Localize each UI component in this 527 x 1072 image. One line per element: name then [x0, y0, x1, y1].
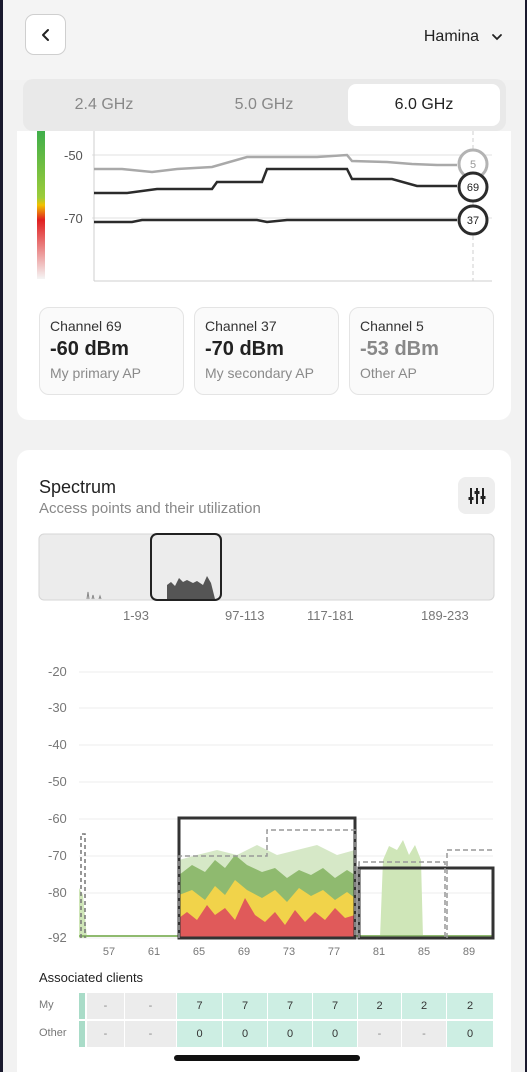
y-tick-label: -70 — [64, 211, 83, 226]
overview-label: 97-113 — [225, 608, 265, 623]
spectrum-title: Spectrum — [39, 477, 117, 497]
channel-value: -60 dBm — [50, 338, 129, 360]
x-tick-label: 89 — [463, 946, 475, 958]
x-axis-labels: 57 61 65 69 73 77 81 85 89 — [103, 946, 475, 958]
secondary-ap-outline — [357, 866, 495, 940]
overview-label: 1-93 — [123, 608, 149, 623]
clients-cell: 0 — [177, 1021, 222, 1047]
signal-card: -50 -70 5 69 37 Channel 69 -60 dBm My pr… — [17, 131, 511, 420]
clients-cell: 7 — [223, 993, 267, 1019]
channel-37-line — [94, 218, 457, 224]
clients-cell: 7 — [313, 993, 357, 1019]
clients-title: Associated clients — [39, 970, 144, 985]
channel-card-37[interactable]: Channel 37 -70 dBm My secondary AP — [194, 307, 339, 395]
tab-6-0-ghz[interactable]: 6.0 GHz — [348, 84, 500, 126]
overview-label: 189-233 — [421, 608, 469, 623]
channel-card-69[interactable]: Channel 69 -60 dBm My primary AP — [39, 307, 184, 395]
x-tick-label: 73 — [283, 946, 295, 958]
x-tick-label: 57 — [103, 946, 115, 958]
overview-track — [38, 533, 495, 601]
channel-role: My secondary AP — [205, 365, 314, 381]
signal-gradient-bar — [37, 131, 45, 279]
marker-69-label: 69 — [467, 182, 479, 194]
other-ap-outline — [446, 849, 493, 938]
y-tick-label: -92 — [48, 930, 67, 945]
clients-cell: 0 — [313, 1021, 357, 1047]
clients-cell: 2 — [447, 993, 493, 1019]
x-tick-label: 81 — [373, 946, 385, 958]
x-tick-label: 65 — [193, 946, 205, 958]
channel-label: Channel 69 — [50, 318, 122, 334]
channel-label: Channel 37 — [205, 318, 277, 334]
channel-role: Other AP — [360, 365, 417, 381]
ap-fill-light — [380, 840, 423, 938]
marker-37-label: 37 — [467, 215, 479, 227]
chevron-left-icon — [41, 28, 49, 41]
clients-cell: 7 — [268, 993, 312, 1019]
clients-cell: 7 — [177, 993, 222, 1019]
channel-value: -53 dBm — [360, 338, 439, 360]
marker-37: 37 — [457, 204, 489, 236]
chevron-down-icon — [492, 34, 502, 41]
x-tick-label: 61 — [148, 946, 160, 958]
spectrum-subtitle: Access points and their utilization — [39, 500, 261, 517]
x-tick-label: 69 — [238, 946, 250, 958]
clients-row-label: Other — [39, 1027, 67, 1039]
sliders-icon — [468, 487, 485, 504]
marker-69: 69 — [457, 171, 489, 203]
signal-chart: -50 -70 5 69 37 — [37, 131, 492, 282]
site-selector[interactable]: Hamina — [424, 28, 503, 46]
clients-cell: 0 — [268, 1021, 312, 1047]
marker-5-label: 5 — [470, 159, 476, 171]
tab-5-0-ghz[interactable]: 5.0 GHz — [188, 84, 340, 126]
clients-cell: 2 — [358, 993, 401, 1019]
filter-button[interactable] — [458, 477, 495, 514]
clients-row-marker — [79, 1021, 85, 1047]
x-tick-label: 77 — [328, 946, 340, 958]
y-tick-label: -70 — [48, 848, 67, 863]
x-tick-label: 85 — [418, 946, 430, 958]
y-tick-label: -50 — [64, 148, 83, 163]
back-button[interactable] — [25, 14, 66, 55]
clients-cell: 2 — [402, 993, 446, 1019]
y-tick-label: -80 — [48, 885, 67, 900]
channel-role: My primary AP — [50, 365, 142, 381]
clients-cell: - — [87, 1021, 124, 1047]
clients-cell: - — [358, 1021, 401, 1047]
overview-label: 117-181 — [307, 608, 354, 623]
y-tick-label: -60 — [48, 811, 67, 826]
spectrum-chart[interactable]: -20 -30 -40 -50 -60 -70 -80 -92 57 61 65 69 73 77 81 8… — [17, 650, 511, 970]
y-tick-label: -50 — [48, 774, 67, 789]
y-tick-label: -20 — [48, 664, 67, 679]
channel-card-5[interactable]: Channel 5 -53 dBm Other AP — [349, 307, 494, 395]
y-tick-label: -40 — [48, 737, 67, 752]
ap-fill-light — [79, 888, 87, 938]
app-screen: Hamina 2.4 GHz 5.0 GHz 6.0 GHz -50 -70 5… — [3, 0, 525, 1072]
home-indicator — [174, 1055, 360, 1061]
clients-row-marker — [79, 993, 85, 1019]
clients-cell: 0 — [447, 1021, 493, 1047]
channel-value: -70 dBm — [205, 338, 284, 360]
tab-2-4-ghz[interactable]: 2.4 GHz — [28, 84, 180, 126]
clients-cell: - — [87, 993, 124, 1019]
top-bar: Hamina — [3, 0, 525, 80]
spectrum-fills — [79, 840, 493, 938]
clients-cell: - — [402, 1021, 446, 1047]
y-tick-label: -30 — [48, 700, 67, 715]
site-name: Hamina — [423, 28, 479, 45]
clients-row-label: My — [39, 999, 54, 1011]
clients-cell: - — [125, 993, 176, 1019]
spectrum-card: Spectrum Access points and their utiliza… — [17, 450, 511, 1072]
band-tabs: 2.4 GHz 5.0 GHz 6.0 GHz — [23, 79, 506, 131]
clients-cell: 0 — [223, 1021, 267, 1047]
channel-label: Channel 5 — [360, 318, 424, 334]
clients-cell: - — [125, 1021, 176, 1047]
spectrum-overview[interactable]: 1-93 97-113 117-181 189-233 — [17, 530, 511, 630]
